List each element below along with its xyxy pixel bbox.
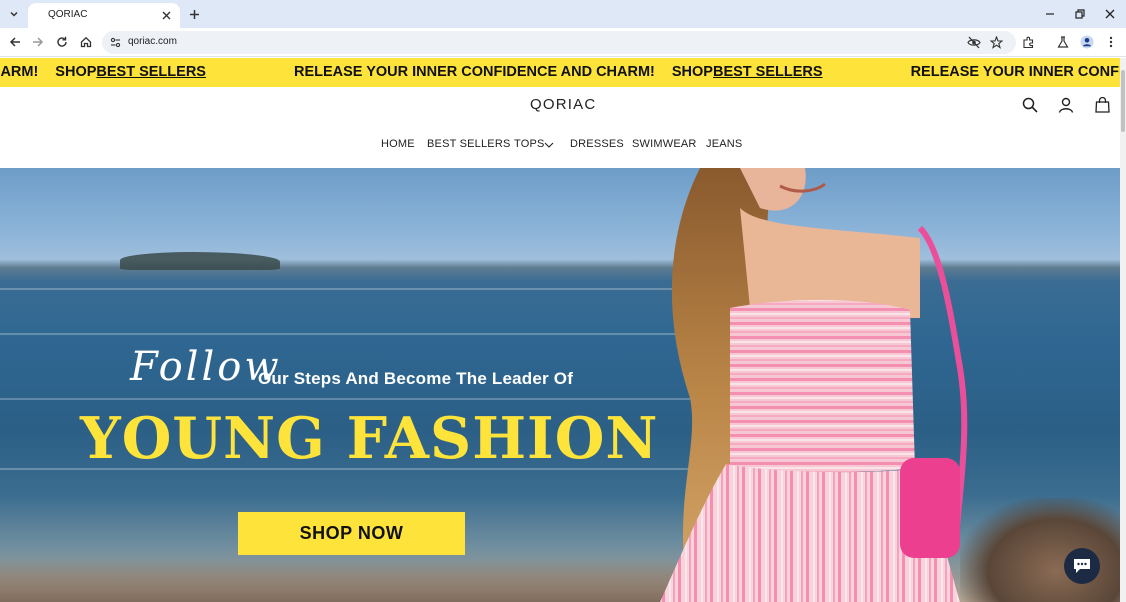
restore-icon — [1075, 9, 1085, 19]
nav-best-sellers[interactable]: BEST SELLERS — [427, 138, 511, 150]
plus-icon — [189, 9, 199, 19]
chevron-down-icon — [10, 11, 18, 17]
menu-dots-icon — [1109, 36, 1113, 48]
minimize-icon — [1046, 13, 1054, 15]
hero-tagline: Our Steps And Become The Leader Of — [258, 369, 574, 388]
chat-widget-button[interactable] — [1064, 548, 1100, 584]
browser-menu-button[interactable] — [1101, 32, 1121, 52]
cart-icon — [1094, 97, 1110, 113]
announcement-marquee: D CHARM! SHOP BEST SELLERS RELEASE YOUR IN… — [0, 64, 1120, 80]
wave-line — [0, 398, 700, 400]
chat-bubble-icon — [1074, 559, 1090, 573]
close-window-icon — [1105, 9, 1115, 19]
wave-line — [0, 288, 700, 290]
eye-off-icon[interactable] — [967, 36, 981, 49]
tab-close-button[interactable] — [158, 7, 174, 23]
restore-button[interactable] — [1069, 4, 1091, 24]
search-button[interactable] — [1020, 95, 1040, 115]
best-sellers-link[interactable]: BEST SELLERS — [96, 64, 206, 80]
announcement-text: RELEASE YOUR INNER CONFIDENCE AN — [910, 64, 1120, 80]
browser-toolbar: qoriac.com — [0, 28, 1126, 57]
announcement-text: D CHARM! — [0, 64, 39, 80]
home-icon — [80, 36, 92, 48]
nav-jeans[interactable]: JEANS — [706, 138, 742, 150]
search-icon — [1022, 97, 1038, 113]
site-header: QORIAC HOME BEST SELLERS TOPS DRESSES SW… — [0, 87, 1120, 168]
shop-label: SHOP — [55, 64, 97, 80]
minimize-button[interactable] — [1039, 4, 1061, 24]
scrollbar-thumb[interactable] — [1121, 70, 1125, 132]
address-bar[interactable]: qoriac.com — [102, 31, 1016, 54]
nav-swimwear[interactable]: SWIMWEAR — [632, 138, 697, 150]
page-scrollbar[interactable] — [1120, 58, 1126, 602]
nav-dresses[interactable]: DRESSES — [570, 138, 624, 150]
chevron-down-icon[interactable] — [544, 142, 554, 148]
account-icon — [1058, 97, 1074, 113]
close-window-button[interactable] — [1099, 4, 1121, 24]
shop-now-button[interactable]: SHOP NOW — [238, 512, 465, 555]
profile-icon — [1080, 35, 1094, 49]
site-logo[interactable]: QORIAC — [530, 96, 596, 113]
back-icon — [9, 37, 20, 47]
close-icon — [162, 11, 170, 19]
best-sellers-link[interactable]: BEST SELLERS — [713, 64, 823, 80]
labs-button[interactable] — [1053, 32, 1073, 52]
hero-rocks — [960, 498, 1120, 602]
hero-model-image — [660, 168, 968, 602]
hero-banner[interactable]: Follow Our Steps And Become The Leader O… — [0, 168, 1120, 602]
hero-island — [120, 252, 280, 270]
tab-search-button[interactable] — [4, 4, 24, 24]
announcement-text: RELEASE YOUR INNER CONFIDENCE AND CHARM! — [293, 64, 655, 80]
star-icon[interactable] — [990, 36, 1003, 49]
forward-button[interactable] — [28, 32, 48, 52]
wave-line — [0, 333, 700, 335]
home-button[interactable] — [76, 32, 96, 52]
nav-tops[interactable]: TOPS — [514, 138, 545, 150]
main-nav: HOME BEST SELLERS TOPS DRESSES SWIMWEAR … — [0, 138, 1120, 154]
extensions-icon — [1022, 36, 1033, 48]
nav-home[interactable]: HOME — [381, 138, 415, 150]
reload-icon — [57, 36, 67, 47]
reload-button[interactable] — [52, 32, 72, 52]
forward-icon — [33, 37, 44, 47]
announcement-bar: D CHARM! SHOP BEST SELLERS RELEASE YOUR IN… — [0, 58, 1120, 87]
back-button[interactable] — [5, 32, 25, 52]
extensions-button[interactable] — [1018, 32, 1038, 52]
account-button[interactable] — [1056, 95, 1076, 115]
tab-title: QORIAC — [48, 9, 88, 20]
profile-button[interactable] — [1077, 32, 1097, 52]
hero-beach — [0, 558, 700, 602]
cart-button[interactable] — [1092, 95, 1112, 115]
site-info-icon[interactable] — [110, 37, 121, 48]
hero-headline: YOUNG FASHION — [80, 405, 659, 472]
url-text[interactable]: qoriac.com — [128, 36, 177, 47]
labs-icon — [1057, 36, 1069, 48]
active-tab[interactable]: QORIAC — [28, 3, 180, 28]
browser-tab-strip: QORIAC — [0, 0, 1126, 28]
shop-label: SHOP — [671, 64, 713, 80]
new-tab-button[interactable] — [184, 4, 204, 24]
